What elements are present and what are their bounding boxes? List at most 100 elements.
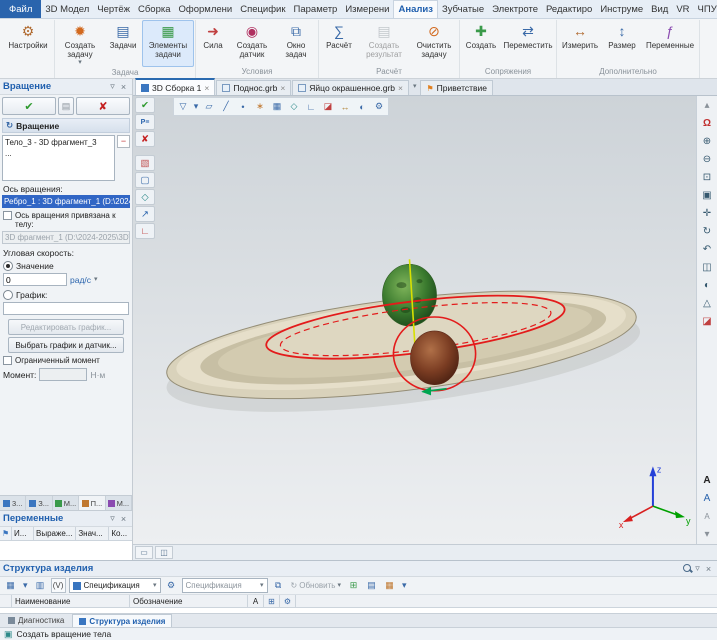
column-name[interactable]: И... (12, 527, 34, 540)
create-task-button[interactable]: ✹ Создать задачу ▾ (56, 20, 104, 67)
close-icon[interactable]: × (280, 83, 285, 93)
export-table-icon[interactable]: ⊞ (346, 578, 361, 593)
menu-tab-drawing[interactable]: Чертёж (93, 0, 134, 18)
file-menu-button[interactable]: Файл (0, 0, 42, 18)
menu-tab-analysis[interactable]: Анализ (393, 0, 438, 18)
show-variants-button[interactable]: (V) (50, 578, 66, 593)
edit-graph-button[interactable]: Редактировать график... (8, 319, 124, 335)
pin-icon[interactable]: ▿ (107, 513, 118, 524)
scroll-up-icon[interactable]: ▴ (698, 97, 716, 114)
axis-bound-checkbox[interactable] (3, 211, 12, 220)
report-icon[interactable]: ▤ (364, 578, 379, 593)
tab-diagnostics[interactable]: Диагностика (2, 614, 70, 627)
limited-moment-checkbox[interactable] (3, 356, 12, 365)
tab-parameters[interactable]: П... (79, 496, 106, 510)
pin-icon[interactable]: ▿ (692, 563, 703, 574)
menu-tab-3d-model[interactable]: 3D Модел (41, 0, 93, 18)
column-expression[interactable]: Выраже... (34, 527, 77, 540)
unit-link[interactable]: рад/с (70, 275, 91, 285)
zoom-window-icon[interactable]: ⊡ (698, 169, 716, 186)
search-icon[interactable] (681, 563, 692, 574)
chevron-down-icon[interactable]: ▾ (192, 99, 200, 114)
select-axis-icon[interactable]: ↗ (135, 206, 155, 222)
document-tab-tray[interactable]: Поднос.grb × (216, 80, 292, 95)
zoom-all-icon[interactable]: ▣ (698, 187, 716, 204)
zoom-out-icon[interactable]: ⊖ (698, 151, 716, 168)
menu-tab-electrical[interactable]: Электроте (488, 0, 542, 18)
list-item[interactable]: Тело_3 - 3D фрагмент_3 (5, 137, 112, 148)
menu-tab-vr[interactable]: VR (672, 0, 693, 18)
create-result-button[interactable]: ▤ Создать результат (358, 20, 410, 66)
workplane-icon[interactable]: ◇ (286, 99, 302, 114)
scene-3d[interactable]: x y z (133, 96, 696, 544)
spec-settings-icon[interactable]: ⚙ (164, 578, 179, 593)
task-window-button[interactable]: ⧉ Окно задач (275, 20, 317, 66)
menu-tab-tools[interactable]: Инструме (596, 0, 647, 18)
display-options-icon[interactable]: ⚙ (371, 99, 387, 114)
select-body-icon[interactable]: ▧ (135, 155, 155, 171)
command-ok-icon[interactable]: ✔ (135, 97, 155, 113)
select-edge-filter-icon[interactable]: ╱ (218, 99, 234, 114)
ok-button[interactable]: ✔ (2, 97, 56, 115)
select-surface-icon[interactable]: ▢ (135, 172, 155, 188)
column-comment[interactable]: Ко... (109, 527, 132, 540)
column-value[interactable]: Знач... (76, 527, 110, 540)
bodies-list[interactable]: Тело_3 - 3D фрагмент_3 ... (2, 135, 115, 181)
section-view-icon[interactable]: ◪ (320, 99, 336, 114)
chevron-down-icon[interactable]: ▾ (400, 578, 409, 593)
tab-product-structure[interactable]: Структура изделия (72, 614, 173, 627)
chevron-down-icon[interactable]: ▾ (94, 276, 98, 283)
variables-list-area[interactable] (0, 541, 132, 560)
magnet-snap-icon[interactable]: Ω (698, 115, 716, 132)
hide-elements-icon[interactable]: ◫ (698, 259, 716, 276)
scroll-down-icon[interactable]: ▾ (698, 526, 716, 543)
flat-list-icon[interactable]: ▥ (33, 578, 48, 593)
previous-view-icon[interactable]: ↶ (698, 241, 716, 258)
select-lcs-icon[interactable]: ∟ (135, 223, 155, 239)
column-settings-icon[interactable]: ⚙ (280, 595, 296, 607)
tab-materials[interactable]: М... (53, 496, 80, 510)
brown-egg-model[interactable] (410, 330, 459, 386)
list-item[interactable]: ... (5, 148, 112, 159)
document-tab-egg[interactable]: Яйцо окрашенное.grb × (292, 80, 409, 95)
update-button[interactable]: ↻ Обновить ▾ (289, 581, 343, 590)
close-icon[interactable]: × (204, 83, 209, 93)
tab-macros[interactable]: М... (106, 496, 133, 510)
annotation-text-small-icon[interactable]: A (698, 508, 716, 525)
spec-type-combobox[interactable]: Спецификация ▾ (68, 578, 161, 593)
preview-button[interactable]: ▤ (58, 97, 74, 115)
menu-tab-parameters[interactable]: Параметр (290, 0, 342, 18)
section-clip-icon[interactable]: ◪ (698, 313, 716, 330)
settings-button[interactable]: ⚙ Настройки (3, 20, 53, 66)
viewport-3d[interactable]: x y z ▽ ▾ ▱ ╱ • ∗ ▦ ◇ ∟ ◪ ↔ ◐ ⚙ ✔ P≡ ✘ ▧… (133, 96, 696, 544)
command-cancel-icon[interactable]: ✘ (135, 131, 155, 147)
choose-graph-button[interactable]: Выбрать график и датчик... (8, 337, 124, 353)
dimension-button[interactable]: ↕ Размер (602, 20, 642, 66)
zoom-in-icon[interactable]: ⊕ (698, 133, 716, 150)
annotation-text-icon[interactable]: A (698, 472, 716, 489)
pin-icon[interactable]: ▿ (107, 81, 118, 92)
close-icon[interactable]: × (398, 83, 403, 93)
force-button[interactable]: ➜ Сила (197, 20, 229, 66)
select-face-icon[interactable]: ◇ (135, 189, 155, 205)
remove-body-button[interactable]: − (117, 135, 130, 148)
spec-template-combobox[interactable]: Спецификация ▾ (181, 578, 268, 593)
menu-tab-cnc[interactable]: ЧПУ (694, 0, 717, 18)
split-view-layout-button[interactable]: ◫ (155, 546, 173, 559)
measure-button[interactable]: ↔ Измерить (558, 20, 602, 66)
selector-filter-icon[interactable]: ▽ (175, 99, 191, 114)
flag-column-icon[interactable]: ⚑ (0, 527, 12, 540)
close-icon[interactable]: × (118, 82, 129, 92)
clear-task-button[interactable]: ⊘ Очистить задачу (410, 20, 458, 66)
graph-input[interactable] (3, 302, 129, 315)
coordinate-triad[interactable]: x y z (619, 464, 691, 530)
tab-tasks[interactable]: З... (26, 496, 53, 510)
menu-tab-bom[interactable]: Специфик (236, 0, 289, 18)
color-scheme-icon[interactable]: ▦ (382, 578, 397, 593)
menu-tab-measure[interactable]: Измерени (341, 0, 393, 18)
command-properties-icon[interactable]: P≡ (135, 114, 155, 130)
axis-value-selected[interactable]: Ребро_1 : 3D фрагмент_1 (D:\2024-202 (2, 195, 130, 208)
rotate-view-icon[interactable]: ↻ (698, 223, 716, 240)
close-icon[interactable]: × (703, 564, 714, 574)
close-icon[interactable]: × (118, 514, 129, 524)
